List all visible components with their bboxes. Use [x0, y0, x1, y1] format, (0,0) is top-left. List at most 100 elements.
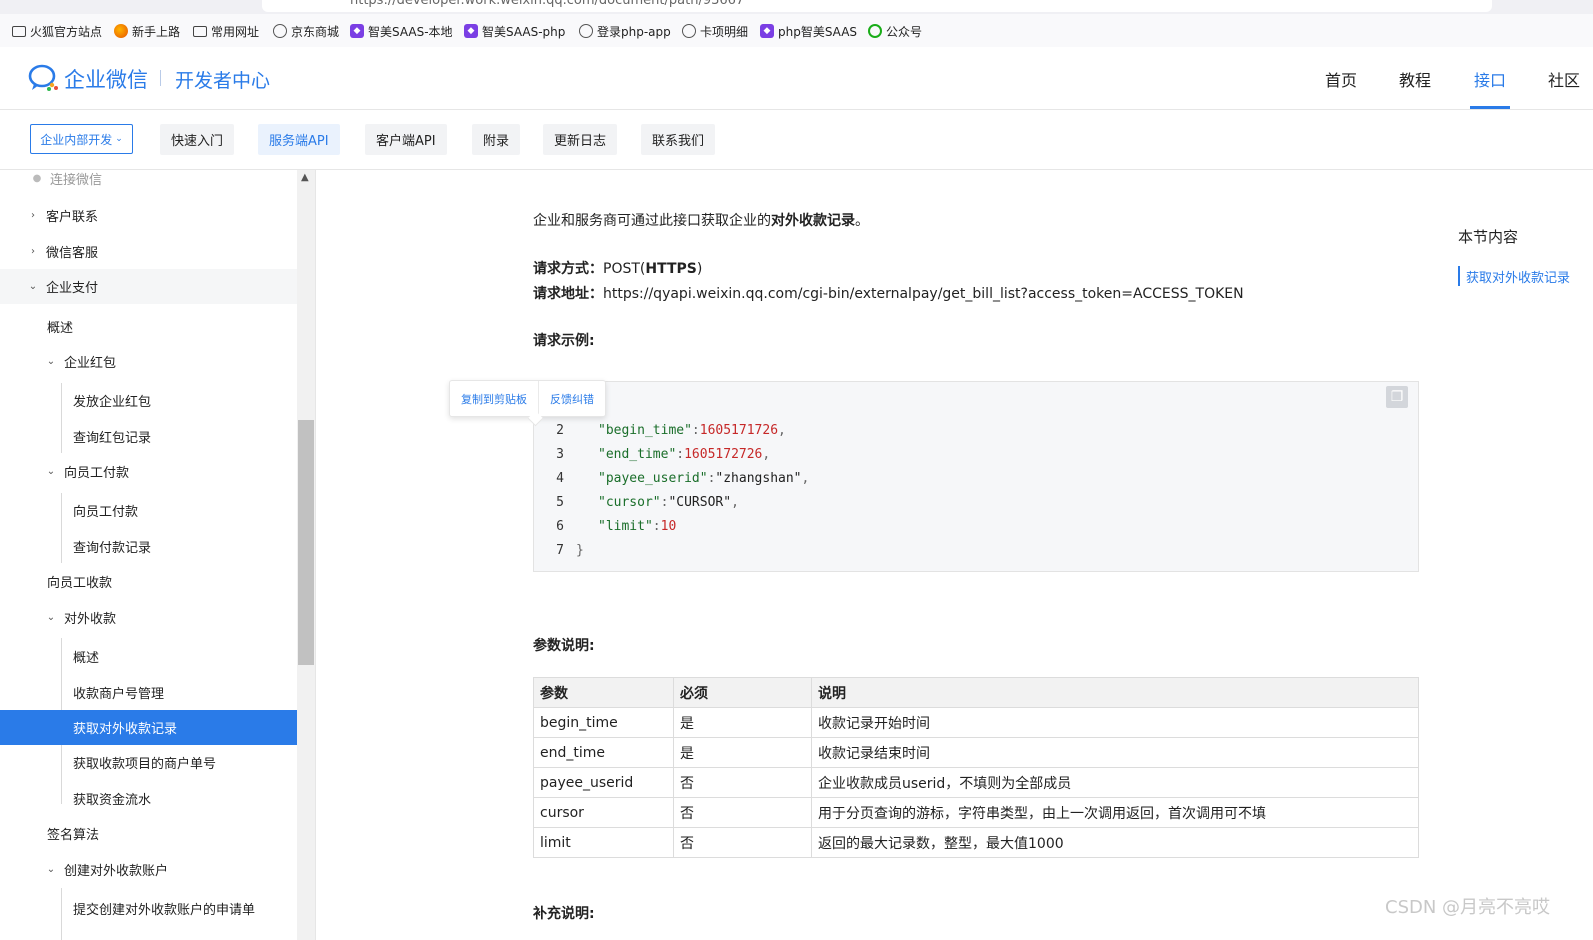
param-name: cursor	[533, 797, 674, 828]
browser-toolbar: https://developer.work.weixin.qq.com/doc…	[0, 0, 1593, 14]
table-row: limit 否返回的最大记录数，整型，最大值1000	[533, 827, 1419, 858]
param-name: limit	[533, 827, 674, 858]
sidebar-item-sign-algorithm[interactable]: 签名算法	[0, 816, 297, 851]
table-row: begin_time 是收款记录开始时间	[533, 707, 1419, 738]
toc-link-bill-list[interactable]: 获取对外收款记录	[1458, 266, 1593, 286]
address-bar-url[interactable]: https://developer.work.weixin.qq.com/doc…	[350, 0, 744, 8]
sidebar-item-send-red-packet[interactable]: 发放企业红包	[0, 383, 297, 418]
bookmark-jd[interactable]: 京东商城	[273, 21, 339, 41]
intro-text: 企业和服务商可通过此接口获取企业的对外收款记录。	[533, 213, 869, 229]
csdn-watermark: CSDN @月亮不亮哎	[1385, 897, 1551, 918]
tab-server-api[interactable]: 服务端API	[258, 124, 340, 155]
globe-icon	[273, 24, 287, 38]
nav-active-indicator	[1470, 106, 1510, 109]
chevron-right-icon: ›	[31, 246, 35, 257]
feedback-button[interactable]: 反馈纠错	[538, 381, 605, 416]
bookmark-kaxiang[interactable]: 卡项明细	[682, 21, 748, 41]
sidebar-item-create-account[interactable]: ⌄ 创建对外收款账户	[0, 852, 297, 887]
column-header-desc: 说明	[811, 677, 1419, 708]
code-line: 4 "payee_userid":"zhangshan",	[556, 470, 810, 486]
category-label: 企业内部开发	[40, 132, 113, 147]
tab-contact[interactable]: 联系我们	[641, 124, 716, 155]
sidebar-item-submit-application[interactable]: 提交创建对外收款账户的申请单	[0, 891, 297, 926]
sidebar-scrollbar[interactable]: ▲	[297, 170, 316, 940]
column-header-param: 参数	[533, 677, 674, 708]
param-name: begin_time	[533, 707, 674, 738]
sidebar-item-get-fund-flow[interactable]: 获取资金流水	[0, 781, 297, 816]
logo-text[interactable]: 企业微信	[64, 64, 148, 94]
sidebar-item-pay-employee[interactable]: ⌄ 向员工付款	[0, 454, 297, 489]
sidebar-item-connect-wechat[interactable]: ● 连接微信	[0, 170, 297, 196]
chevron-down-icon: ⌄	[46, 864, 56, 875]
sidebar-item-overview[interactable]: 概述	[0, 309, 297, 344]
request-url: 请求地址：https://qyapi.weixin.qq.com/cgi-bin…	[533, 286, 1244, 302]
sidebar-item-get-bill-list[interactable]: 获取对外收款记录	[0, 710, 297, 745]
purple-app-icon: ◆	[350, 24, 364, 38]
firefox-icon	[114, 24, 128, 38]
sidebar-item-get-merchant-order[interactable]: 获取收款项目的商户单号	[0, 745, 297, 780]
green-circle-icon	[868, 24, 882, 38]
bookmark-php-app[interactable]: 登录php-app	[579, 21, 671, 41]
tab-quickstart[interactable]: 快速入门	[160, 124, 235, 155]
copy-to-clipboard-button[interactable]: 复制到剪贴板	[450, 381, 538, 416]
sidebar-item-merchant-manage[interactable]: 收款商户号管理	[0, 675, 297, 710]
code-line: 7}	[556, 542, 584, 558]
bookmark-php-saas[interactable]: ◆ php智美SAAS	[760, 21, 857, 41]
chevron-down-icon: ⌄	[46, 466, 56, 477]
site-header: 企业微信 开发者中心 首页 教程 接口 社区	[0, 47, 1593, 110]
folder-icon	[193, 25, 207, 37]
sidebar-item-red-packet[interactable]: ⌄ 企业红包	[0, 344, 297, 379]
chevron-up-icon[interactable]: ▲	[301, 172, 309, 183]
nav-home[interactable]: 首页	[1325, 67, 1357, 91]
code-popup: 复制到剪贴板 反馈纠错	[449, 380, 606, 417]
sidebar-item-customer-contact[interactable]: › 客户联系	[0, 198, 297, 233]
sub-header: 企业内部开发 ⌄ 快速入门 服务端API 客户端API 附录 更新日志 联系我们	[0, 110, 1593, 170]
scrollbar-thumb[interactable]	[298, 420, 314, 665]
sidebar-item-enterprise-pay[interactable]: ⌄ 企业支付	[0, 269, 297, 304]
sidebar-item-wechat-service[interactable]: › 微信客服	[0, 234, 297, 269]
code-line: 3 "end_time":1605172726,	[556, 446, 771, 462]
sidebar-item-collect-overview[interactable]: 概述	[0, 639, 297, 674]
category-dropdown[interactable]: 企业内部开发 ⌄	[30, 124, 133, 154]
tab-client-api[interactable]: 客户端API	[365, 124, 447, 155]
params-title: 参数说明:	[533, 638, 595, 654]
bookmark-saas-local[interactable]: ◆ 智美SAAS-本地	[350, 21, 453, 41]
bookmark-xinshou[interactable]: 新手上路	[114, 21, 180, 41]
tab-changelog[interactable]: 更新日志	[543, 124, 618, 155]
logo-subtitle[interactable]: 开发者中心	[175, 66, 270, 93]
bookmark-huohu[interactable]: 火狐官方站点	[12, 21, 102, 41]
table-header-row: 参数 必须 说明	[533, 677, 1419, 708]
tab-appendix[interactable]: 附录	[472, 124, 521, 155]
bookmark-gongzhonghao[interactable]: 公众号	[868, 21, 922, 41]
request-method: 请求方式：POST(HTTPS)	[533, 261, 703, 277]
purple-app-icon: ◆	[760, 24, 774, 38]
sidebar-item-pay-employee-sub[interactable]: 向员工付款	[0, 493, 297, 528]
param-required: 否	[673, 827, 812, 858]
sidebar-item-query-payment[interactable]: 查询付款记录	[0, 529, 297, 564]
sidebar-item-collect-employee[interactable]: 向员工收款	[0, 564, 297, 599]
column-header-required: 必须	[673, 677, 812, 708]
bookmark-saas-php[interactable]: ◆ 智美SAAS-php	[464, 21, 565, 41]
code-line: 5 "cursor":"CURSOR",	[556, 494, 739, 510]
sidebar-item-external-collect[interactable]: ⌄ 对外收款	[0, 600, 297, 635]
wechat-icon: ●	[32, 173, 42, 184]
code-line: 6 "limit":10	[556, 518, 677, 534]
chevron-down-icon: ⌄	[28, 281, 38, 292]
params-table: 参数 必须 说明 begin_time 是收款记录开始时间 end_time 是收款…	[533, 677, 1419, 858]
bookmark-changyong[interactable]: 常用网址	[193, 21, 259, 41]
nav-tutorial[interactable]: 教程	[1399, 67, 1431, 91]
table-row: end_time 是收款记录结束时间	[533, 737, 1419, 768]
globe-icon	[579, 24, 593, 38]
param-desc: 收款记录结束时间	[811, 737, 1419, 768]
nav-api[interactable]: 接口	[1474, 67, 1506, 91]
nav-community[interactable]: 社区	[1548, 67, 1580, 91]
example-title: 请求示例:	[533, 333, 595, 349]
toc-title: 本节内容	[1458, 228, 1519, 246]
param-desc: 收款记录开始时间	[811, 707, 1419, 738]
bookmarks-bar: 火狐官方站点 新手上路 常用网址 京东商城 ◆ 智美SAAS-本地 ◆ 智美SAAS…	[0, 14, 1593, 48]
sidebar-item-query-red-packet[interactable]: 查询红包记录	[0, 419, 297, 454]
table-row: cursor 否用于分页查询的游标，字符串类型，由上一次调用返回，首次调用可不填	[533, 797, 1419, 828]
chevron-down-icon: ⌄	[115, 134, 123, 144]
wecom-logo-icon[interactable]	[28, 64, 60, 92]
copy-icon[interactable]: ❐	[1386, 386, 1408, 408]
